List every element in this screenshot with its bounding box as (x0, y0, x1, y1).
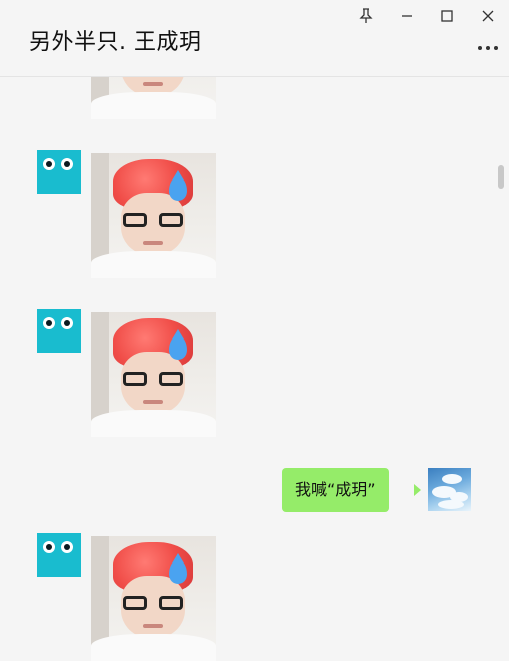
message-list[interactable]: 我喊“成玥” (0, 77, 509, 661)
sticker-message[interactable] (91, 312, 216, 437)
sticker-message[interactable] (91, 536, 216, 661)
chat-header: 另外半只. 王成玥 (0, 0, 509, 77)
contact-avatar[interactable] (37, 309, 81, 353)
bubble-tail (414, 484, 421, 496)
sweat-drop-icon (169, 553, 187, 584)
scrollbar-thumb[interactable] (498, 165, 504, 189)
my-avatar[interactable] (428, 468, 471, 511)
chat-title: 另外半只. 王成玥 (29, 30, 202, 55)
sticker-message[interactable] (91, 153, 216, 278)
pin-icon[interactable] (352, 4, 380, 28)
more-options-icon[interactable] (474, 38, 502, 58)
maximize-icon[interactable] (433, 4, 461, 28)
my-message-bubble[interactable]: 我喊“成玥” (282, 468, 389, 512)
minimize-icon[interactable] (393, 4, 421, 28)
sticker-message[interactable] (91, 77, 216, 119)
contact-avatar[interactable] (37, 150, 81, 194)
contact-avatar[interactable] (37, 533, 81, 577)
sweat-drop-icon (169, 329, 187, 360)
sweat-drop-icon (169, 170, 187, 201)
close-icon[interactable] (474, 4, 502, 28)
